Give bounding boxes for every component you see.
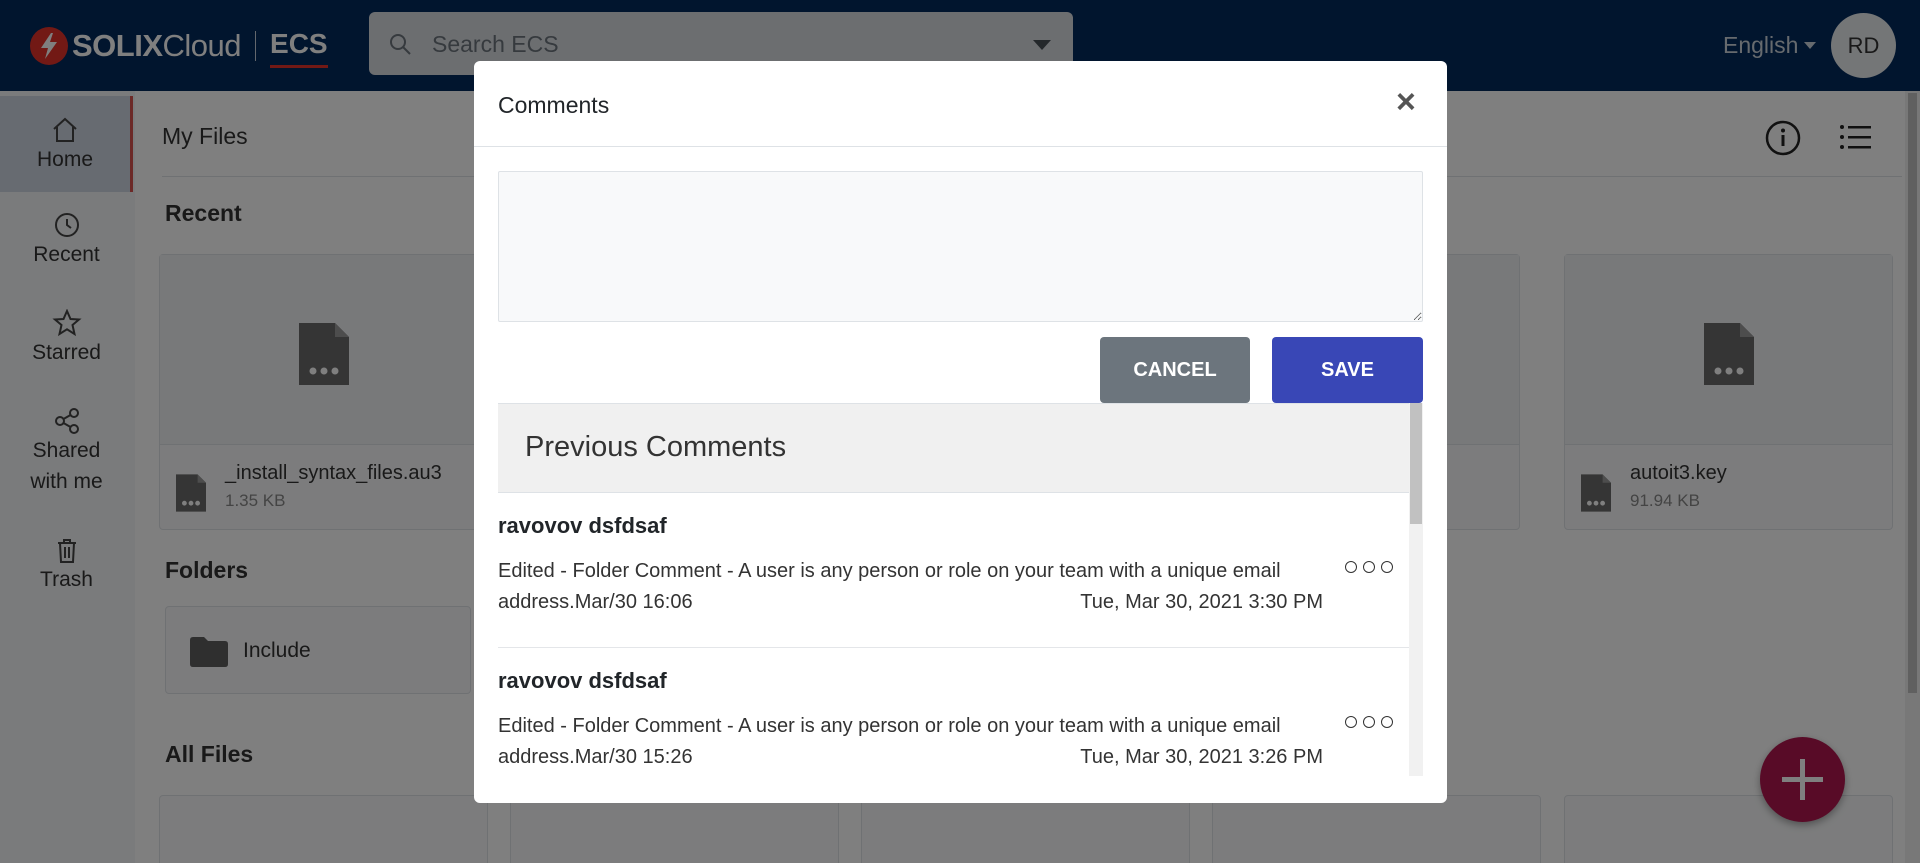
comment-textarea[interactable] bbox=[498, 171, 1423, 322]
cancel-button[interactable]: CANCEL bbox=[1100, 337, 1250, 403]
comment-author: ravovov dsfdsaf bbox=[498, 668, 667, 693]
save-button[interactable]: SAVE bbox=[1272, 337, 1423, 403]
comments-scrollbar[interactable] bbox=[1409, 403, 1423, 776]
more-options-icon[interactable] bbox=[1345, 561, 1393, 573]
comments-modal: Comments × CANCEL SAVE Previous Comments… bbox=[474, 61, 1447, 803]
previous-comments-panel: Previous Comments ravovov dsfdsaf Edited… bbox=[498, 403, 1423, 776]
previous-comments-header: Previous Comments bbox=[498, 403, 1409, 493]
comment-date: Tue, Mar 30, 2021 3:30 PM bbox=[1080, 591, 1323, 613]
comment-item: ravovov dsfdsaf Edited - Folder Comment … bbox=[498, 648, 1409, 776]
modal-title: Comments bbox=[498, 92, 610, 118]
comment-date: Tue, Mar 30, 2021 3:26 PM bbox=[1080, 746, 1323, 768]
more-options-icon[interactable] bbox=[1345, 716, 1393, 728]
comment-item: ravovov dsfdsaf Edited - Folder Comment … bbox=[498, 493, 1409, 648]
modal-header: Comments × bbox=[474, 61, 1447, 147]
previous-comments-title: Previous Comments bbox=[525, 431, 787, 463]
scrollbar-thumb[interactable] bbox=[1410, 403, 1422, 524]
close-icon[interactable]: × bbox=[1396, 85, 1416, 119]
comment-author: ravovov dsfdsaf bbox=[498, 513, 667, 538]
